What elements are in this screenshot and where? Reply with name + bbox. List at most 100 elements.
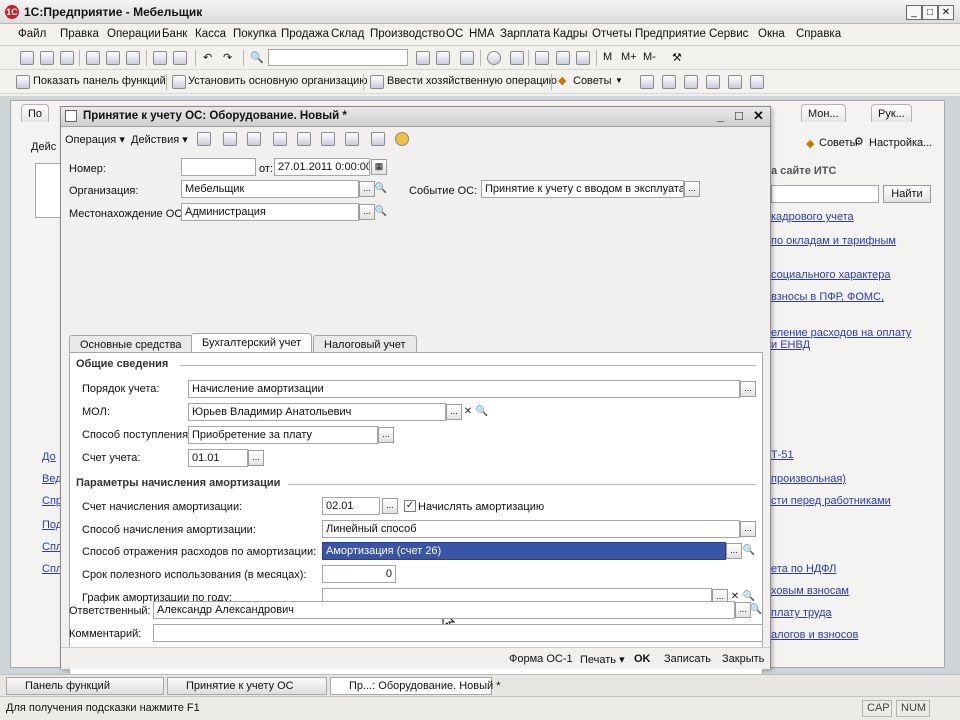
event-select-button[interactable]: ... [684,181,700,197]
bg-link[interactable]: и ЕНВД [771,339,810,351]
calendar-icon[interactable] [535,51,549,65]
mol-search-icon[interactable]: 🔍 [475,404,489,420]
menu-operations[interactable]: Операции [107,28,161,40]
menu-help[interactable]: Справка [796,28,841,40]
tab-tax[interactable]: Налоговый учет [313,335,417,353]
dialog-maximize-icon[interactable]: □ [735,108,743,123]
menu-salary[interactable]: Зарплата [500,28,550,40]
find-prev-icon[interactable] [436,51,450,65]
bg-link[interactable]: ховым взносам [771,585,849,597]
mol-clear-icon[interactable]: ✕ [461,404,475,420]
list-icon[interactable] [706,75,720,89]
maximize-button[interactable]: □ [922,5,938,20]
number-field[interactable] [181,158,256,176]
bg-tab-panel[interactable]: По [21,104,50,122]
menu-reports[interactable]: Отчеты [592,28,632,40]
list-view-icon[interactable] [371,132,385,146]
bg-find-button[interactable]: Найти [883,185,931,203]
menu-bank[interactable]: Банк [162,28,187,40]
depr-method-field[interactable]: Линейный способ [322,520,740,538]
close-dialog-button[interactable]: Закрыть [722,653,764,665]
show-panel-button[interactable]: Показать панель функций [33,75,166,87]
responsible-field[interactable]: Александр Александрович [153,601,735,619]
tips-button[interactable]: Советы [573,75,611,87]
minimize-button[interactable]: _ [906,5,922,20]
bg-settings-button[interactable]: Настройка... [869,137,932,149]
location-search-icon[interactable]: 🔍 [374,204,388,220]
help-icon[interactable] [395,132,409,146]
close-button[interactable]: ✕ [938,5,954,20]
receipt-method-field[interactable]: Приобретение за плату [188,426,378,444]
redo-icon[interactable]: ↷ [223,51,237,65]
account-select-button[interactable]: ... [248,450,264,466]
dialog-close-icon[interactable]: ✕ [753,108,764,124]
depr-expense-search-icon[interactable]: 🔍 [742,543,756,559]
find-next-icon[interactable] [416,51,430,65]
bg-tab-manager[interactable]: Рук... [871,104,912,122]
depr-expense-select-button[interactable]: ... [726,543,742,559]
bg-left-link[interactable]: Вед [42,473,62,485]
post-icon[interactable] [197,132,211,146]
menu-service[interactable]: Сервис [709,28,748,40]
report-form-icon[interactable] [345,132,359,146]
menu-warehouse[interactable]: Склад [331,28,364,40]
org-select-button[interactable]: ... [359,181,375,197]
bg-link[interactable]: по окладам и тарифным [771,235,896,247]
useful-life-field[interactable]: 0 [322,565,396,583]
set-org-button[interactable]: Установить основную организацию [188,75,368,87]
form-os1-button[interactable]: Форма ОС-1 [509,653,573,665]
bg-link[interactable]: кадрового учета [771,211,854,223]
task-acceptance-journal[interactable]: Принятие к учету ОС [167,677,327,695]
menu-nma[interactable]: НМА [469,28,495,40]
bg-link[interactable]: сти перед работниками [771,495,891,507]
cut-icon[interactable] [86,51,100,65]
structure-icon[interactable] [273,132,287,146]
search-icon[interactable]: 🔍 [250,51,264,65]
find-icon[interactable] [460,51,474,65]
toolbar-search-input[interactable] [268,49,408,66]
bg-link[interactable]: Т-51 [771,449,794,461]
org-search-icon[interactable]: 🔍 [374,181,388,197]
bg-link[interactable]: произвольная) [771,473,846,485]
print-button[interactable]: Печать ▾ [580,653,625,666]
depr-account-field[interactable]: 02.01 [322,497,380,515]
responsible-search-icon[interactable]: 🔍 [749,602,763,618]
tab-accounting[interactable]: Бухгалтерский учет [191,333,313,353]
new-icon[interactable] [20,51,34,65]
memory-m-icon[interactable]: M [603,51,612,63]
undo-icon[interactable]: ↶ [203,51,217,65]
accrue-checkbox[interactable]: ✓ [404,500,416,512]
menu-enterprise[interactable]: Предприятие [635,28,706,40]
menu-edit[interactable]: Правка [60,28,99,40]
write-button[interactable]: Записать [664,653,711,665]
ok-button[interactable]: OK [634,653,651,665]
date-field[interactable]: 27.01.2011 0:00:00 [274,158,370,176]
info-icon[interactable] [487,51,501,65]
depr-method-select-button[interactable]: ... [740,521,756,537]
menu-hr[interactable]: Кадры [553,28,587,40]
tips-dropdown-icon[interactable]: ▼ [615,76,623,85]
acc-order-field[interactable]: Начисление амортизации [188,380,740,398]
bg-link[interactable]: взносы в ПФР, ФОМС, [771,291,884,303]
bg-left-link[interactable]: До [42,451,56,463]
dt-kt-icon[interactable] [297,132,311,146]
refresh-icon[interactable] [247,132,261,146]
operation-menu[interactable]: Операция ▾ [65,133,125,146]
task-functions-panel[interactable]: Панель функций [6,677,164,695]
receipt-select-button[interactable]: ... [378,427,394,443]
bg-link[interactable]: ета по НДФЛ [771,563,836,575]
depr-expense-field[interactable]: Амортизация (счет 26) [322,542,726,560]
save-icon[interactable] [60,51,74,65]
menu-cash[interactable]: Касса [195,28,226,40]
memory-mminus-icon[interactable]: M- [643,51,656,63]
menu-purchase[interactable]: Покупка [233,28,276,40]
dialog-minimize-icon[interactable]: _ [717,108,724,123]
calc-icon[interactable] [510,51,524,65]
calendar3-icon[interactable] [576,51,590,65]
acc-order-select-button[interactable]: ... [740,381,756,397]
journal-icon[interactable] [750,75,764,89]
calendar2-icon[interactable] [556,51,570,65]
copy-icon[interactable] [106,51,120,65]
bg-link[interactable]: алогов и взносов [771,629,858,641]
chart-icon[interactable] [662,75,676,89]
